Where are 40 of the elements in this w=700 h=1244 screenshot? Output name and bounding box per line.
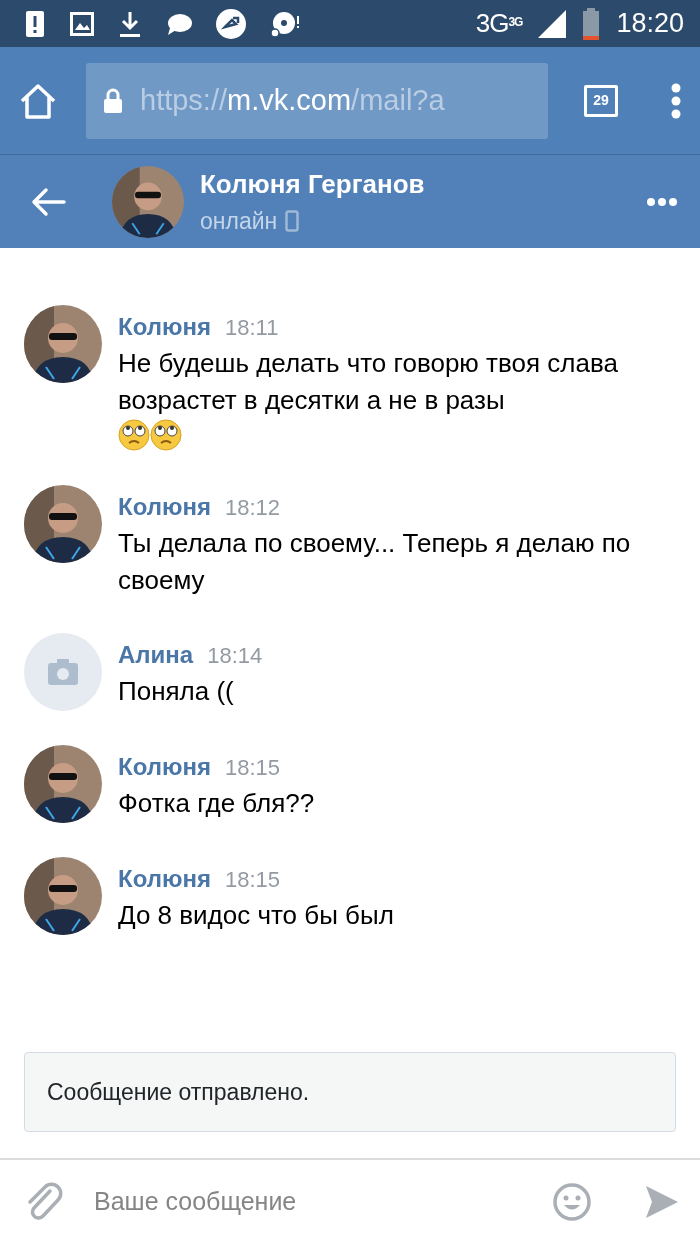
url-text: https://m.vk.com/mail?a — [140, 82, 445, 118]
sender-name[interactable]: Алина — [118, 637, 194, 673]
disc-icon — [270, 9, 300, 38]
chat-icon — [166, 11, 192, 36]
message-text: До 8 видос что бы был — [118, 899, 394, 932]
message-text: Не будешь делать что говорю твоя слава возрастет в десятки а не в разы — [118, 347, 619, 417]
message-time: 18:14 — [207, 642, 263, 670]
message-text: Ты делала по своему... Теперь я делаю по своему — [118, 527, 632, 597]
message-time: 18:15 — [224, 866, 280, 894]
emoji-icon[interactable] — [552, 1182, 592, 1222]
notice-banner: Сообщение отправлено. — [24, 1052, 676, 1132]
more-icon[interactable] — [646, 196, 678, 207]
signal-icon — [538, 9, 567, 38]
message-input[interactable]: Ваше сообщение — [92, 1182, 552, 1222]
send-icon[interactable] — [644, 1184, 680, 1220]
menu-icon[interactable] — [670, 82, 682, 119]
lock-icon — [102, 87, 124, 114]
message-time: 18:11 — [224, 314, 279, 342]
download-icon — [118, 9, 142, 38]
alert-icon — [24, 8, 46, 39]
message-text: Поняла (( — [118, 675, 235, 708]
image-icon — [70, 11, 94, 36]
back-icon[interactable] — [30, 186, 66, 217]
battery-icon — [582, 7, 601, 40]
address-bar[interactable]: https://m.vk.com/mail?a — [86, 62, 548, 139]
message-text: Фотка где бля?? — [118, 787, 315, 820]
face-icon — [118, 419, 150, 451]
network-indicator: 3G$^{3G}$ — [475, 7, 523, 40]
app-icon — [216, 8, 246, 39]
message-time: 18:15 — [224, 754, 280, 782]
tabs-button[interactable]: 29 — [584, 84, 618, 117]
clock: 18:20 — [616, 7, 684, 41]
message-time: 18:12 — [224, 494, 280, 522]
sender-name[interactable]: Колюня — [118, 861, 211, 897]
sender-name[interactable]: Колюня — [118, 489, 211, 525]
online-status: онлайн — [200, 206, 278, 236]
sender-name[interactable]: Колюня — [118, 309, 211, 345]
face-icon — [150, 419, 182, 451]
contact-name: Колюня Герганов — [200, 167, 425, 201]
sender-name[interactable]: Колюня — [118, 749, 211, 785]
